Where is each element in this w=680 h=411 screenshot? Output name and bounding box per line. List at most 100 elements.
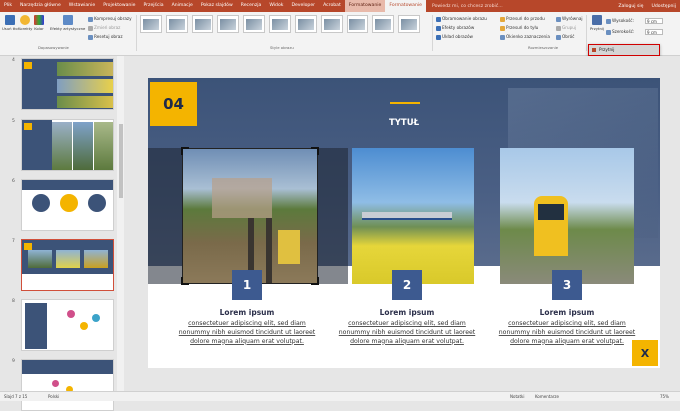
thumbnail-scrollbar[interactable]: [117, 56, 124, 391]
group-button[interactable]: Grupuj: [556, 25, 576, 31]
height-input[interactable]: 9 cm: [645, 18, 663, 24]
corner-mark[interactable]: X: [632, 340, 658, 366]
bring-forward-button[interactable]: Przesuń do przodu: [500, 16, 545, 22]
slide-counter: Slajd 7 z 15: [4, 394, 28, 399]
ribbon-separator: [586, 15, 587, 51]
slide-thumbnail[interactable]: [21, 359, 114, 411]
slide-thumbnail[interactable]: [21, 299, 114, 351]
tab-format-drawing[interactable]: Formatowanie: [344, 0, 386, 12]
picture-styles-gallery: [140, 15, 420, 39]
sign-in-link[interactable]: Zaloguj się: [618, 4, 643, 9]
crop-handle-top-left[interactable]: [181, 147, 189, 155]
slide-thumbnail[interactable]: [21, 179, 114, 231]
crop-button[interactable]: Przytnij: [590, 15, 604, 31]
width-label: Szerokość:: [606, 29, 634, 35]
tab-insert[interactable]: Wstawianie: [65, 0, 99, 12]
crop-handle-top-right[interactable]: [311, 147, 319, 155]
card-heading[interactable]: Lorem ipsum: [337, 308, 477, 317]
tab-acrobat[interactable]: Acrobat: [319, 0, 345, 12]
crop-handle-bottom-left[interactable]: [181, 277, 189, 285]
send-backward-button[interactable]: Przesuń do tyłu: [500, 25, 538, 31]
picture-effects-button[interactable]: Efekty obrazów: [436, 25, 474, 31]
tab-design[interactable]: Projektowanie: [99, 0, 139, 12]
zoom-level[interactable]: 75%: [660, 394, 669, 399]
tell-me-search[interactable]: Powiedz mi, co chcesz zrobić...: [432, 4, 503, 9]
compress-icon: [88, 16, 93, 22]
group-label-adjust: Dopasowywanie: [38, 45, 69, 50]
compress-pictures-button[interactable]: Kompresuj obrazy: [88, 16, 132, 22]
share-button[interactable]: Udostępnij: [652, 4, 677, 9]
status-bar: Slajd 7 z 15 Polski Notatki Komentarze 7…: [0, 391, 680, 401]
change-picture-button[interactable]: Zmień obraz: [88, 25, 120, 31]
remove-background-button[interactable]: Usuń tło: [2, 15, 18, 31]
slide-number: 6: [12, 179, 15, 184]
rotate-button[interactable]: Obróć: [556, 34, 574, 40]
align-button[interactable]: Wyrównaj: [556, 16, 583, 22]
photo-train-station[interactable]: [500, 148, 634, 284]
slide-thumbnail[interactable]: [21, 58, 114, 110]
language-indicator[interactable]: Polski: [48, 394, 59, 399]
card-heading[interactable]: Lorem ipsum: [177, 308, 317, 317]
picture-border-button[interactable]: Obramowanie obrazu: [436, 16, 487, 22]
layout-icon: [436, 34, 441, 40]
tab-transitions[interactable]: Przejścia: [139, 0, 167, 12]
tab-review[interactable]: Recenzja: [237, 0, 266, 12]
slide-thumbnail[interactable]: [21, 119, 114, 171]
picture-layout-button[interactable]: Układ obrazów: [436, 34, 473, 40]
comments-button[interactable]: Komentarze: [535, 394, 559, 399]
picture-style-option[interactable]: [243, 15, 266, 33]
picture-style-option[interactable]: [269, 15, 291, 33]
ribbon-separator: [136, 15, 137, 51]
tab-home[interactable]: Narzędzia główne: [16, 0, 65, 12]
picture-style-option[interactable]: [191, 15, 214, 33]
tab-animations[interactable]: Animacje: [168, 0, 197, 12]
artistic-effects-button[interactable]: Efekty artystyczne: [50, 15, 85, 31]
picture-style-option[interactable]: [320, 15, 343, 33]
crop-handle-bottom-right[interactable]: [311, 277, 319, 285]
picture-style-option[interactable]: [294, 15, 317, 33]
picture-style-option[interactable]: [217, 15, 240, 33]
selection-pane-button[interactable]: Okienko zaznaczenia: [500, 34, 550, 40]
scrollbar-thumb[interactable]: [119, 124, 123, 198]
title-accent-line: [390, 102, 420, 104]
tab-developer[interactable]: Developer: [287, 0, 319, 12]
slide-title[interactable]: TYTUŁ: [148, 118, 660, 128]
picture-style-option[interactable]: [372, 15, 395, 33]
corrections-button[interactable]: Korekty: [18, 15, 32, 31]
slide-thumbnail-current[interactable]: [21, 239, 114, 291]
card-number-badge: 2: [392, 270, 422, 300]
crop-icon: [592, 15, 603, 25]
ribbon: Usuń tło Korekty Kolor Efekty artystyczn…: [0, 12, 680, 56]
card-heading[interactable]: Lorem ipsum: [497, 308, 637, 317]
bring-forward-icon: [500, 16, 505, 22]
tab-slideshow[interactable]: Pokaz slajdów: [197, 0, 237, 12]
artistic-effects-icon: [62, 15, 73, 25]
card-number-badge: 3: [552, 270, 582, 300]
reset-picture-button[interactable]: Resetuj obraz: [88, 34, 123, 40]
photo-train-yellow-field[interactable]: [352, 148, 474, 284]
tab-view[interactable]: Widok: [265, 0, 287, 12]
picture-style-option[interactable]: [398, 15, 420, 33]
menu-item-crop[interactable]: Przytnij: [588, 44, 660, 56]
card-body-text[interactable]: consectetuer adipiscing elit, sed diam n…: [337, 320, 477, 346]
crop-frame[interactable]: [182, 148, 318, 284]
picture-style-option[interactable]: [165, 15, 188, 33]
card-body-text[interactable]: consectetuer adipiscing elit, sed diam n…: [177, 320, 317, 346]
slide-number: 7: [12, 239, 15, 244]
change-picture-icon: [88, 25, 93, 31]
group-icon: [556, 25, 561, 31]
picture-style-option[interactable]: [140, 15, 162, 33]
width-input[interactable]: 9 cm: [645, 29, 663, 35]
slide-number: 8: [12, 299, 15, 304]
color-button[interactable]: Kolor: [34, 15, 44, 31]
tab-file[interactable]: Plik: [0, 0, 16, 12]
tab-format-picture[interactable]: Formatowanie: [385, 0, 426, 12]
picture-style-option[interactable]: [346, 15, 369, 33]
color-icon: [34, 15, 44, 25]
reset-icon: [88, 34, 93, 40]
group-label-arrange: Rozmieszczanie: [528, 45, 559, 50]
notes-button[interactable]: Notatki: [510, 394, 524, 399]
card-body-text[interactable]: consectetuer adipiscing elit, sed diam n…: [497, 320, 637, 346]
width-icon: [606, 29, 611, 35]
slide-number: 5: [12, 119, 15, 124]
